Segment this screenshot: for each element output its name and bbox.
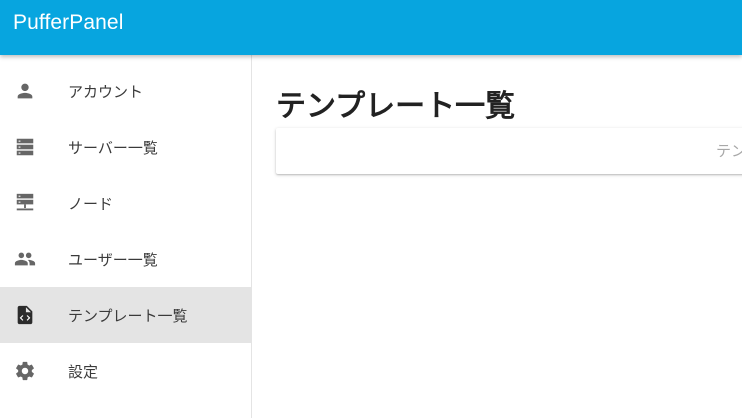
sidebar-item-servers[interactable]: サーバー一覧 <box>0 119 251 175</box>
account-icon <box>14 80 36 102</box>
app-title[interactable]: PufferPanel <box>13 11 123 35</box>
nodes-icon <box>14 192 36 214</box>
search-card <box>276 128 742 174</box>
sidebar-item-account[interactable]: アカウント <box>0 63 251 119</box>
sidebar-item-nodes[interactable]: ノード <box>0 175 251 231</box>
sidebar-item-templates[interactable]: テンプレート一覧 <box>0 287 251 343</box>
sidebar-item-users[interactable]: ユーザー一覧 <box>0 231 251 287</box>
users-icon <box>14 248 36 270</box>
sidebar-item-settings[interactable]: 設定 <box>0 343 251 399</box>
sidebar: アカウント サーバー一覧 ノード ユーザー一覧 テンプレート一覧 設定 <box>0 55 252 418</box>
servers-icon <box>14 136 36 158</box>
sidebar-item-label: アカウント <box>68 83 144 101</box>
template-file-icon <box>14 304 36 326</box>
app-bar: PufferPanel <box>0 0 742 55</box>
main-content: テンプレート一覧 <box>252 55 742 418</box>
sidebar-item-label: サーバー一覧 <box>68 139 158 157</box>
gear-icon <box>14 360 36 382</box>
template-search-input[interactable] <box>276 128 742 174</box>
sidebar-item-label: テンプレート一覧 <box>68 307 188 325</box>
page-title: テンプレート一覧 <box>276 89 516 124</box>
sidebar-item-label: ユーザー一覧 <box>68 251 158 269</box>
sidebar-item-label: 設定 <box>68 363 99 381</box>
sidebar-item-label: ノード <box>68 195 114 213</box>
